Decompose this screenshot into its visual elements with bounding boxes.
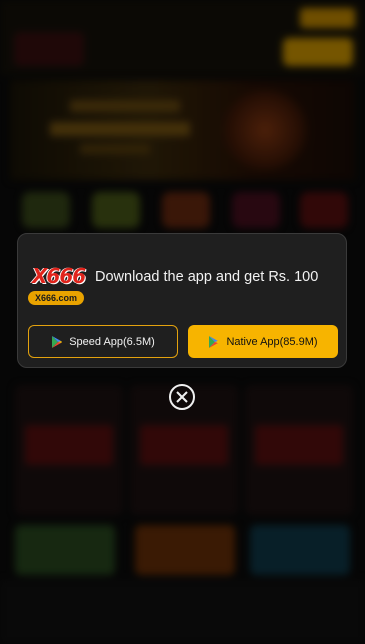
- brand-logo: X666 X666.com: [28, 264, 86, 308]
- google-play-icon: [52, 335, 63, 348]
- promo-text: Download the app and get Rs. 100: [95, 269, 319, 285]
- speed-app-button[interactable]: Speed App(6.5M): [28, 325, 178, 358]
- native-app-label: Native App(85.9M): [226, 335, 318, 348]
- close-icon: [176, 391, 188, 403]
- native-app-button[interactable]: Native App(85.9M): [188, 325, 338, 358]
- brand-domain: X666.com: [28, 291, 84, 305]
- download-app-modal: X666 X666.com Download the app and get R…: [17, 233, 347, 368]
- brand-name: X666: [32, 264, 86, 288]
- google-play-icon: [209, 335, 220, 348]
- speed-app-label: Speed App(6.5M): [69, 335, 155, 348]
- close-button[interactable]: [169, 384, 195, 410]
